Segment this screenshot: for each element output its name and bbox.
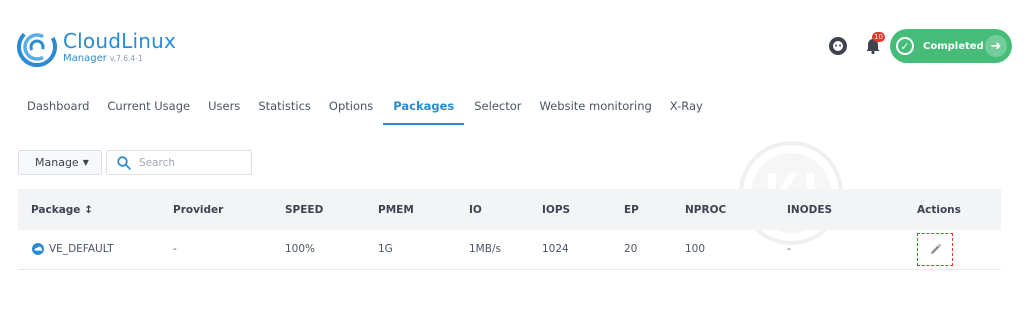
manage-label: Manage [35, 156, 79, 169]
provider-cell: - [173, 243, 177, 256]
tab-dashboard[interactable]: Dashboard [27, 99, 89, 125]
search-field[interactable] [106, 150, 252, 175]
brand-name: CloudLinux [63, 29, 177, 53]
inodes-cell: - [787, 243, 791, 256]
tab-current-usage[interactable]: Current Usage [107, 99, 190, 125]
pencil-icon [930, 243, 941, 254]
task-status-button[interactable]: ✓ Completed ➜ [890, 29, 1012, 63]
brand-product: Manager [63, 53, 107, 64]
packages-table-container: Package ↕ Provider SPEED PMEM IO IOPS EP… [18, 189, 1001, 270]
tab-website-monitoring[interactable]: Website monitoring [540, 99, 652, 125]
column-header-ep: EP [624, 203, 639, 216]
notification-count-badge: 10 [872, 32, 885, 42]
sort-icon: ↕ [84, 203, 93, 216]
arrow-right-icon[interactable]: ➜ [985, 35, 1007, 57]
table-header-row: Package ↕ Provider SPEED PMEM IO IOPS EP… [18, 189, 1001, 230]
support-icon[interactable] [828, 36, 848, 56]
check-circle-icon: ✓ [896, 37, 914, 55]
packages-table: Package ↕ Provider SPEED PMEM IO IOPS EP… [18, 189, 1001, 270]
column-header-inodes: INODES [787, 203, 833, 216]
header-actions: 10 ✓ Completed ➜ [828, 29, 1012, 63]
column-header-iops: IOPS [542, 203, 571, 216]
column-header-package[interactable]: Package ↕ [18, 189, 173, 230]
tab-packages[interactable]: Packages [383, 99, 465, 125]
packages-toolbar: Manage ▼ [18, 150, 252, 175]
brand-version: v.7.6.4-1 [109, 54, 143, 63]
column-header-io: IO [469, 203, 482, 216]
speed-cell: 100% [285, 243, 316, 256]
column-header-provider: Provider [173, 203, 224, 216]
column-header-nproc: NPROC [685, 203, 727, 216]
cloudlinux-logo-icon [17, 27, 57, 67]
search-input[interactable] [137, 155, 251, 170]
column-header-speed: SPEED [285, 203, 324, 216]
tab-users[interactable]: Users [208, 99, 240, 125]
cloudlinux-logo[interactable]: CloudLinux Manager v.7.6.4-1 [17, 27, 176, 67]
search-icon [117, 155, 131, 170]
status-label: Completed [923, 40, 984, 52]
iops-cell: 1024 [542, 243, 569, 256]
manage-dropdown-button[interactable]: Manage ▼ [18, 150, 102, 175]
package-name: VE_DEFAULT [49, 243, 114, 256]
pmem-cell: 1G [378, 243, 393, 256]
table-row: VE_DEFAULT - 100% 1G 1MB/s 1024 20 100 - [18, 230, 1001, 269]
caret-down-icon: ▼ [82, 158, 89, 167]
edit-package-button[interactable] [917, 232, 953, 266]
package-header-label: Package [31, 203, 81, 216]
nproc-cell: 100 [685, 243, 706, 256]
tab-selector[interactable]: Selector [474, 99, 521, 125]
package-cell: VE_DEFAULT [31, 242, 173, 256]
notifications-button[interactable]: 10 [864, 32, 885, 55]
cloudlinux-package-icon [32, 243, 44, 256]
main-tabs: Dashboard Current Usage Users Statistics… [27, 99, 721, 125]
tab-options[interactable]: Options [329, 99, 373, 125]
column-header-actions: Actions [917, 203, 961, 216]
tab-statistics[interactable]: Statistics [258, 99, 311, 125]
tab-x-ray[interactable]: X-Ray [670, 99, 703, 125]
column-header-pmem: PMEM [378, 203, 414, 216]
ep-cell: 20 [624, 243, 638, 256]
io-cell: 1MB/s [469, 243, 501, 256]
